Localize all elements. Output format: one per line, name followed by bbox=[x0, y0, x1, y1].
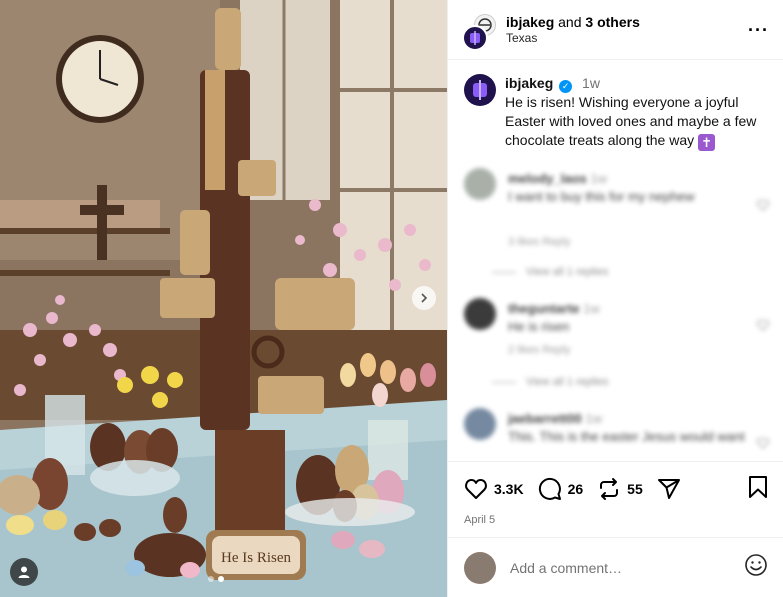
tagged-users-button[interactable] bbox=[10, 558, 38, 586]
brand-logo-icon bbox=[470, 30, 480, 45]
comment-count[interactable]: 26 bbox=[568, 481, 584, 497]
comment-bubble-icon bbox=[538, 477, 561, 500]
comment-like-icon[interactable] bbox=[756, 318, 770, 332]
collab-avatars[interactable] bbox=[462, 13, 496, 51]
comment-username[interactable]: melody_laos bbox=[508, 171, 587, 186]
repost-icon bbox=[600, 478, 619, 500]
comment-text: jaebarrett00 1w This. This is the easter … bbox=[508, 410, 748, 446]
header-connector: and bbox=[554, 13, 586, 30]
comment-body: He is risen bbox=[508, 319, 570, 334]
comment-item: melody_laos 1w I want to buy this for my … bbox=[464, 168, 770, 258]
post-detail-panel: ibjakeg and 3 others Texas ··· ibjakeg ✓… bbox=[447, 0, 783, 597]
carousel-dot-active bbox=[218, 576, 224, 582]
comment-time: 1w bbox=[585, 411, 602, 426]
person-icon bbox=[18, 566, 30, 578]
location-link[interactable]: Texas bbox=[506, 31, 640, 46]
comment-body: This. This is the easter Jesus would wan… bbox=[508, 429, 745, 444]
author-avatar bbox=[462, 24, 488, 51]
view-replies-link[interactable]: View all 1 replies bbox=[492, 376, 608, 388]
caption-time[interactable]: 1w bbox=[582, 75, 600, 91]
header-usernames[interactable]: ibjakeg and 3 others bbox=[506, 14, 640, 31]
easter-scene-image: He Is Risen bbox=[0, 0, 447, 597]
comment-body: I want to buy this for my nephew bbox=[508, 189, 695, 204]
comment-like-icon[interactable] bbox=[756, 198, 770, 212]
action-row: 3.3K 26 55 bbox=[464, 475, 768, 504]
bookmark-icon bbox=[749, 475, 767, 498]
comment-like-icon[interactable] bbox=[756, 436, 770, 450]
like-count[interactable]: 3.3K bbox=[494, 481, 524, 497]
comment-item: theguntarte 1w He is risen 2 likes Reply bbox=[464, 298, 770, 388]
post-header: ibjakeg and 3 others Texas ··· bbox=[448, 0, 783, 60]
comment-username[interactable]: theguntarte bbox=[508, 301, 580, 316]
comment-meta[interactable]: 2 likes Reply bbox=[508, 344, 570, 356]
post-caption: ibjakeg ✓ 1w He is risen! Wishing everyo… bbox=[448, 60, 783, 151]
heart-icon bbox=[465, 479, 487, 499]
comment-text: melody_laos 1w I want to buy this for my … bbox=[508, 170, 748, 206]
sign-text: He Is Risen bbox=[221, 550, 291, 566]
post-actions: 3.3K 26 55 April 5 bbox=[448, 461, 783, 537]
comment-time: 1w bbox=[583, 301, 600, 316]
caption-username[interactable]: ibjakeg bbox=[505, 75, 553, 91]
comment-text: theguntarte 1w He is risen bbox=[508, 300, 748, 336]
carousel-indicator bbox=[208, 576, 224, 582]
carousel-next-button[interactable] bbox=[412, 286, 436, 310]
emoji-button[interactable] bbox=[744, 553, 768, 582]
comment-input[interactable] bbox=[510, 559, 744, 576]
comment-avatar[interactable] bbox=[464, 408, 496, 440]
post-date[interactable]: April 5 bbox=[464, 514, 768, 526]
current-user-avatar bbox=[464, 551, 496, 584]
header-text: ibjakeg and 3 others Texas bbox=[506, 14, 640, 46]
chevron-right-icon bbox=[421, 293, 428, 303]
comment-time: 1w bbox=[590, 171, 608, 186]
add-comment-bar bbox=[448, 537, 783, 597]
header-others[interactable]: 3 others bbox=[585, 14, 639, 30]
post-image[interactable]: He Is Risen bbox=[0, 0, 447, 597]
header-username[interactable]: ibjakeg bbox=[506, 14, 554, 30]
caption-text: He is risen! Wishing everyone a joyful E… bbox=[505, 94, 757, 148]
latin-cross-emoji: ✝ bbox=[698, 134, 716, 151]
brand-logo-icon bbox=[473, 80, 487, 100]
share-button[interactable] bbox=[657, 477, 687, 501]
more-options-button[interactable]: ··· bbox=[748, 20, 769, 41]
comment-item: jaebarrett00 1w This. This is the easter … bbox=[464, 408, 770, 460]
view-replies-link[interactable]: View all 1 replies bbox=[492, 266, 608, 278]
save-button[interactable] bbox=[748, 475, 768, 504]
smiley-icon bbox=[745, 554, 767, 576]
comment-username[interactable]: jaebarrett00 bbox=[508, 411, 582, 426]
verified-badge-icon: ✓ bbox=[559, 80, 573, 93]
comment-avatar[interactable] bbox=[464, 298, 496, 330]
like-button[interactable]: 3.3K bbox=[464, 478, 524, 500]
comments-list: melody_laos 1w I want to buy this for my … bbox=[448, 164, 783, 460]
comment-button[interactable]: 26 bbox=[538, 477, 584, 501]
comment-meta[interactable]: 3 likes Reply bbox=[508, 236, 570, 248]
repost-button[interactable]: 55 bbox=[597, 477, 643, 501]
carousel-dot bbox=[208, 576, 214, 582]
comment-avatar[interactable] bbox=[464, 168, 496, 200]
caption-avatar[interactable] bbox=[464, 74, 496, 106]
send-icon bbox=[657, 479, 680, 499]
caption-body: ibjakeg ✓ 1w He is risen! Wishing everyo… bbox=[505, 74, 767, 151]
repost-count[interactable]: 55 bbox=[627, 481, 643, 497]
